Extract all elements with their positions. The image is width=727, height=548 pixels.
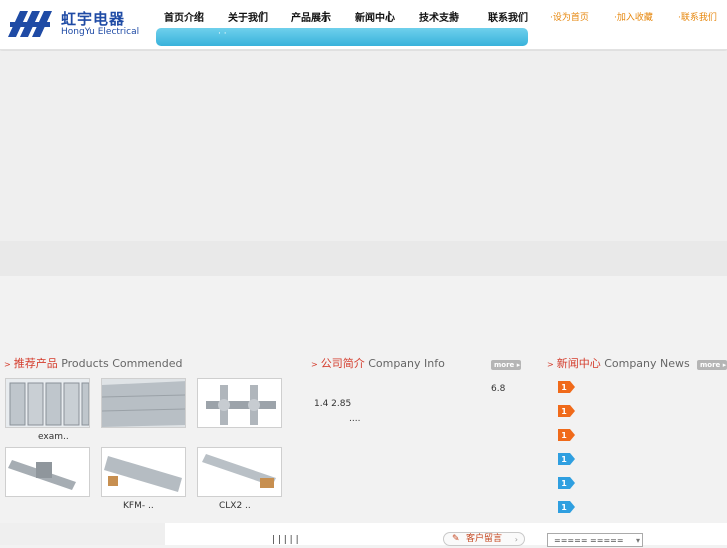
more-label: more xyxy=(700,361,721,369)
footer-left-panel xyxy=(0,523,165,545)
select-value: ===== ===== xyxy=(554,536,624,545)
news-badge-icon[interactable]: 1 xyxy=(558,474,575,489)
info-title-cn: 公司简介 xyxy=(320,357,365,370)
product-caption[interactable]: CLX2 .. xyxy=(219,501,251,511)
quick-link-favorite[interactable]: ·加入收藏 xyxy=(614,10,653,23)
logo-chinese-name: 虹宇电器 xyxy=(61,10,126,28)
quick-link-homepage[interactable]: ·设为首页 xyxy=(550,10,589,23)
product-thumbnail-busduct[interactable] xyxy=(101,378,186,428)
product-thumbnail-clx2[interactable] xyxy=(197,447,282,497)
news-section-title: > 新闻中心 Company News xyxy=(547,355,690,371)
site-header: 虹宇电器 HongYu Electrical 首页介绍 | 关于我们 | 产品展… xyxy=(0,0,727,50)
product-thumbnail-valve[interactable] xyxy=(197,378,282,428)
svg-text:1: 1 xyxy=(561,455,567,464)
svg-text:1: 1 xyxy=(561,383,567,392)
svg-text:1: 1 xyxy=(561,431,567,440)
banner-strip xyxy=(0,241,727,276)
logo-mark-icon xyxy=(8,11,52,37)
nav-separator: | xyxy=(451,9,456,22)
products-section-title: > 推荐产品 Products Commended xyxy=(4,355,183,371)
products-title-cn: 推荐产品 xyxy=(13,357,58,370)
company-logo[interactable]: 虹宇电器 HongYu Electrical xyxy=(6,7,140,41)
product-thumbnail-kfm[interactable] xyxy=(101,447,186,497)
more-label: more xyxy=(494,361,515,369)
nav-item-contact[interactable]: 联系我们 xyxy=(488,9,528,24)
info-section-title: > 公司简介 Company Info xyxy=(311,355,445,371)
hero-banner xyxy=(0,51,727,241)
info-title-en: Company Info xyxy=(368,357,445,370)
info-text-line[interactable]: .... xyxy=(349,414,360,424)
product-thumbnail-cabinet[interactable] xyxy=(5,378,90,428)
section-arrow-icon: > xyxy=(4,360,11,369)
product-caption[interactable]: KFM- .. xyxy=(123,501,154,511)
news-badge-icon[interactable]: 1 xyxy=(558,450,575,465)
product-caption[interactable]: exam.. xyxy=(38,432,69,442)
info-more-button[interactable]: more ▸ xyxy=(491,360,521,370)
logo-english-name: HongYu Electrical xyxy=(61,27,140,37)
quick-link-contact[interactable]: ·联系我们 xyxy=(678,10,717,23)
chevron-right-icon: › xyxy=(514,535,518,544)
news-badge-icon[interactable]: 1 xyxy=(558,378,575,393)
product-thumbnail-connector[interactable] xyxy=(5,447,90,497)
nav-separator: | xyxy=(387,9,392,22)
news-more-button[interactable]: more ▸ xyxy=(697,360,727,370)
svg-text:1: 1 xyxy=(561,479,567,488)
message-icon: ✎ xyxy=(452,534,460,544)
news-badge-icon[interactable]: 1 xyxy=(558,498,575,513)
news-title-en: Company News xyxy=(604,357,690,370)
info-text-line: 1.4 2.85 xyxy=(314,399,352,409)
info-text-line: 6.8 xyxy=(491,384,506,394)
search-bar[interactable]: · · xyxy=(156,28,528,46)
section-arrow-icon: > xyxy=(311,360,318,369)
footer-links[interactable]: | | | | | xyxy=(272,535,299,545)
svg-text:1: 1 xyxy=(561,407,567,416)
section-arrow-icon: > xyxy=(547,360,554,369)
products-title-en: Products Commended xyxy=(61,357,183,370)
nav-separator: | xyxy=(323,9,328,22)
svg-text:1: 1 xyxy=(561,503,567,512)
chevron-down-icon: ▾ xyxy=(635,536,640,545)
message-button-label: 客户留言 xyxy=(466,534,503,544)
search-bar-text: · · xyxy=(218,29,227,39)
customer-message-button[interactable]: ✎ 客户留言 › xyxy=(443,532,525,546)
news-title-cn: 新闻中心 xyxy=(556,357,601,370)
news-badge-icon[interactable]: 1 xyxy=(558,402,575,417)
news-badge-icon[interactable]: 1 xyxy=(558,426,575,441)
nav-separator: | xyxy=(197,9,202,22)
nav-separator: | xyxy=(260,9,265,22)
